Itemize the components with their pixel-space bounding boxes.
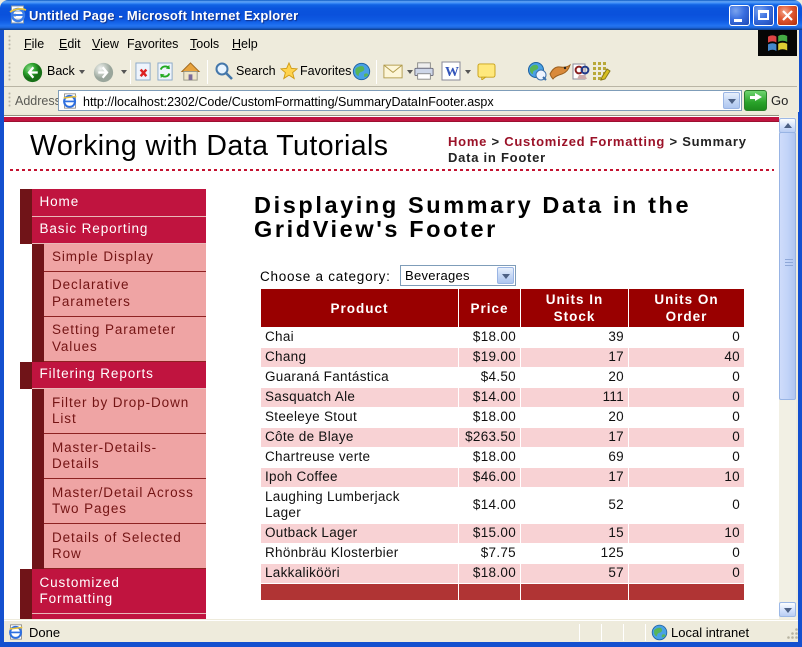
- svg-text:W: W: [445, 65, 459, 80]
